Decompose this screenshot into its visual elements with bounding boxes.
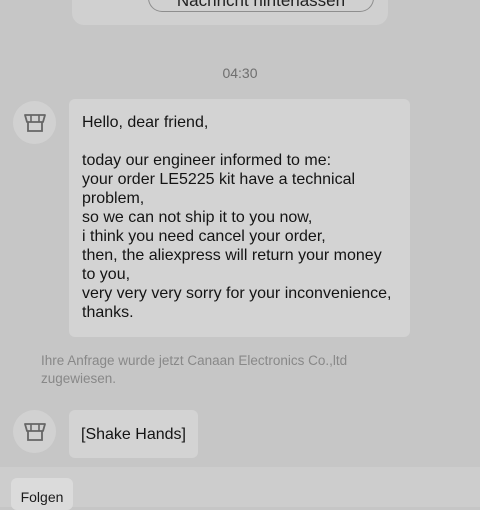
message-line: problem, <box>82 190 145 207</box>
bottom-action-bar: Folgen <box>0 467 480 510</box>
follow-button[interactable]: Folgen <box>11 478 73 510</box>
message-bubble: [Shake Hands] <box>69 410 198 458</box>
store-icon <box>23 422 46 441</box>
message-line: thanks. <box>82 304 134 321</box>
assignment-notice: Ihre Anfrage wurde jetzt Canaan Electron… <box>41 353 348 386</box>
message-line <box>82 132 398 151</box>
message-bubble: Hello, dear friend, today our engineer i… <box>69 99 410 337</box>
message-line: then, the aliexpress will return your mo… <box>82 247 382 264</box>
message-line: today our engineer informed to me: <box>82 152 332 169</box>
message-line: Hello, dear friend, <box>82 114 209 131</box>
message-line: to you, <box>82 266 131 283</box>
message-line: i think you need cancel your order, <box>82 228 326 245</box>
seller-avatar[interactable] <box>13 410 56 453</box>
store-icon <box>23 113 46 132</box>
message-text: [Shake Hands] <box>81 426 186 443</box>
leave-message-card: Nachricht hinterlassen <box>72 0 388 25</box>
message-line: very very very sorry for your inconvenie… <box>82 285 392 302</box>
message-line: your order LE5225 kit have a technical <box>82 171 356 188</box>
message-line: so we can not ship it to you now, <box>82 209 313 226</box>
seller-avatar[interactable] <box>13 101 56 144</box>
message-timestamp: 04:30 <box>222 65 258 81</box>
leave-message-button[interactable]: Nachricht hinterlassen <box>148 0 374 12</box>
